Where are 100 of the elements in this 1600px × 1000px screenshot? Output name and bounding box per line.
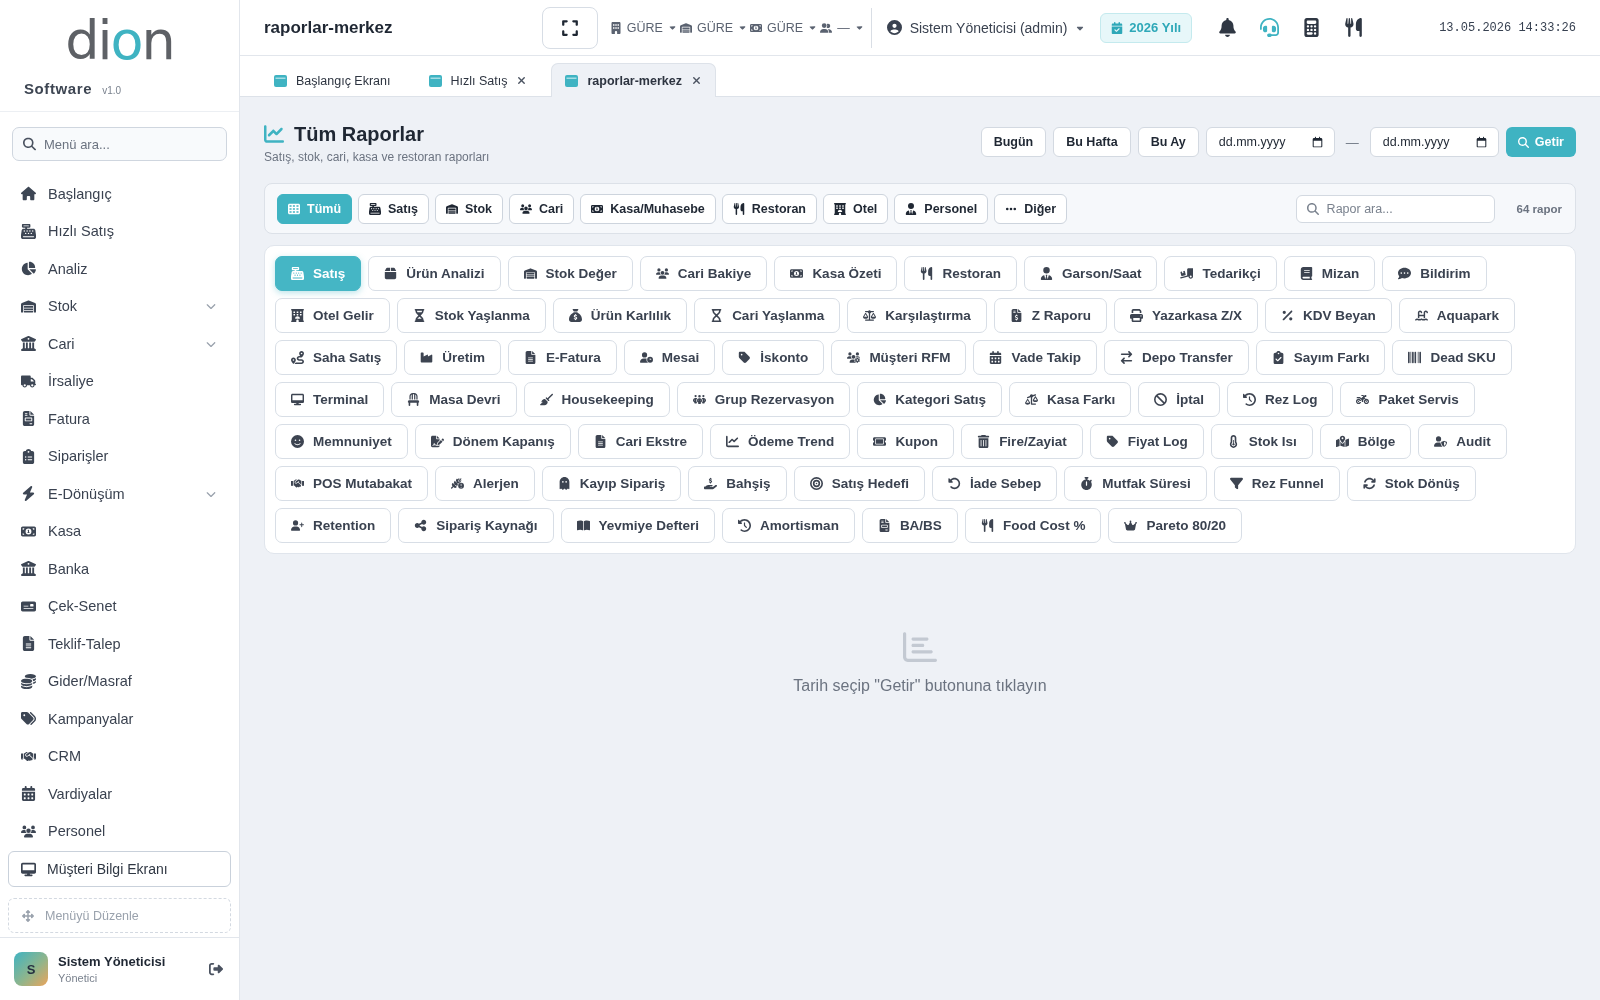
- menu-item[interactable]: Vardiyalar: [0, 775, 239, 813]
- report-button[interactable]: Kasa Özeti: [774, 256, 898, 291]
- dropdown[interactable]: —: [820, 20, 867, 35]
- report-button[interactable]: Sayım Farkı: [1255, 340, 1386, 375]
- category-chip[interactable]: Personel: [894, 193, 989, 224]
- menu-item[interactable]: E-Dönüşüm: [0, 475, 239, 513]
- report-button[interactable]: Amortisman: [722, 508, 855, 543]
- report-button[interactable]: Sipariş Kaynağı: [398, 508, 554, 543]
- user-menu[interactable]: Sistem Yöneticisi (admin): [886, 19, 1086, 36]
- date-field[interactable]: dd.mm.yyyy: [1369, 127, 1499, 157]
- quick-range-button[interactable]: Bu Ay: [1137, 127, 1199, 157]
- report-button[interactable]: Pareto 80/20: [1108, 508, 1242, 543]
- menu-item[interactable]: CRM: [0, 737, 239, 775]
- report-button[interactable]: Mutfak Süresi: [1064, 466, 1207, 501]
- quick-range-button[interactable]: Bugün: [980, 127, 1047, 157]
- menu-item[interactable]: Personel: [0, 812, 239, 849]
- report-button[interactable]: Ürün Karlılık: [552, 298, 688, 333]
- report-button[interactable]: Üretim: [404, 340, 502, 375]
- report-button[interactable]: İptal: [1138, 382, 1220, 417]
- report-button[interactable]: BA/BS: [861, 508, 958, 543]
- report-button[interactable]: Yevmiye Defteri: [560, 508, 716, 543]
- tab[interactable]: Hızlı Satış: [414, 63, 542, 97]
- report-button[interactable]: Restoran: [904, 256, 1017, 291]
- report-button[interactable]: Stok Yaşlanma: [396, 298, 546, 333]
- category-chip[interactable]: Kasa/Muhasebe: [580, 193, 716, 224]
- report-button[interactable]: Alerjen: [435, 466, 535, 501]
- logout-button[interactable]: [209, 962, 223, 976]
- report-button[interactable]: Kupon: [857, 424, 955, 459]
- menu-item[interactable]: Teklif-Talep: [0, 625, 239, 663]
- quick-range-button[interactable]: Bu Hafta: [1053, 127, 1131, 157]
- category-chip[interactable]: Otel: [823, 193, 889, 224]
- report-button[interactable]: Karşılaştırma: [847, 298, 987, 333]
- category-chip[interactable]: Restoran: [721, 193, 817, 224]
- report-button[interactable]: Aquapark: [1398, 298, 1516, 333]
- report-button[interactable]: Z Raporu: [993, 298, 1107, 333]
- customer-display-button[interactable]: Müşteri Bilgi Ekranı: [8, 851, 231, 887]
- menu-item[interactable]: Banka: [0, 550, 239, 588]
- report-button[interactable]: Dönem Kapanış: [414, 424, 571, 459]
- dropdown[interactable]: GÜRE: [679, 20, 751, 35]
- menu-item[interactable]: Gider/Masraf: [0, 662, 239, 700]
- category-chip[interactable]: Diğer: [994, 193, 1068, 224]
- report-button[interactable]: Paket Servis: [1340, 382, 1475, 417]
- menu-item[interactable]: Siparişler: [0, 437, 239, 475]
- report-button[interactable]: Cari Yaşlanma: [694, 298, 841, 333]
- report-button[interactable]: Retention: [275, 508, 392, 543]
- report-button[interactable]: İade Sebep: [931, 466, 1058, 501]
- report-button[interactable]: Rez Funnel: [1213, 466, 1340, 501]
- report-button[interactable]: Saha Satış: [275, 340, 398, 375]
- close-icon[interactable]: [690, 75, 702, 86]
- menu-item[interactable]: Stok: [0, 287, 239, 325]
- report-button[interactable]: Rez Log: [1227, 382, 1334, 417]
- report-button[interactable]: Satış Hedefi: [793, 466, 925, 501]
- report-button[interactable]: İskonto: [722, 340, 825, 375]
- menu-item[interactable]: İrsaliye: [0, 362, 239, 400]
- dropdown[interactable]: GÜRE: [750, 20, 821, 35]
- category-chip[interactable]: Cari: [509, 193, 575, 224]
- report-button[interactable]: Terminal: [275, 382, 385, 417]
- tab[interactable]: raporlar-merkez: [551, 63, 716, 97]
- report-button[interactable]: POS Mutabakat: [275, 466, 429, 501]
- toolbar-button[interactable]: [1344, 18, 1364, 37]
- menu-item[interactable]: Hızlı Satış: [0, 212, 239, 250]
- toolbar-button[interactable]: [1218, 18, 1238, 37]
- category-chip[interactable]: Stok: [434, 193, 503, 224]
- report-button[interactable]: Kayıp Sipariş: [541, 466, 682, 501]
- report-button[interactable]: Mizan: [1283, 256, 1376, 291]
- report-button[interactable]: Fire/Zayiat: [961, 424, 1083, 459]
- report-button[interactable]: Housekeeping: [523, 382, 670, 417]
- report-button[interactable]: Bildirim: [1382, 256, 1487, 291]
- menu-item[interactable]: Analiz: [0, 250, 239, 288]
- report-button[interactable]: Audit: [1418, 424, 1507, 459]
- report-button[interactable]: Stok Isı: [1210, 424, 1313, 459]
- search-field[interactable]: Menü ara...: [12, 127, 227, 161]
- menu-item[interactable]: Cari: [0, 325, 239, 363]
- date-field[interactable]: dd.mm.yyyy: [1205, 127, 1335, 157]
- report-button[interactable]: Garson/Saat: [1023, 256, 1158, 291]
- report-button[interactable]: Food Cost %: [964, 508, 1102, 543]
- category-chip[interactable]: Satış: [358, 193, 429, 224]
- report-button[interactable]: Tedarikçi: [1164, 256, 1277, 291]
- toolbar-button[interactable]: [1302, 18, 1322, 37]
- report-button[interactable]: Kategori Satış: [857, 382, 1002, 417]
- report-button[interactable]: Ürün Analizi: [368, 256, 501, 291]
- report-button[interactable]: Stok Dönüş: [1346, 466, 1476, 501]
- report-button[interactable]: Mesai: [623, 340, 716, 375]
- fullscreen-button[interactable]: [541, 6, 598, 49]
- report-button[interactable]: Dead SKU: [1392, 340, 1512, 375]
- report-button[interactable]: Bahşiş: [688, 466, 787, 501]
- report-button[interactable]: Bölge: [1319, 424, 1412, 459]
- report-button[interactable]: Cari Bakiye: [639, 256, 768, 291]
- dropdown[interactable]: GÜRE: [609, 20, 680, 35]
- report-button[interactable]: Fiyat Log: [1089, 424, 1204, 459]
- report-button[interactable]: Otel Gelir: [275, 298, 390, 333]
- report-button[interactable]: Masa Devri: [391, 382, 517, 417]
- tab[interactable]: Başlangıç Ekranı: [260, 63, 405, 97]
- report-button[interactable]: Müşteri RFM: [831, 340, 967, 375]
- search-field[interactable]: Rapor ara...: [1295, 194, 1495, 223]
- report-button[interactable]: Stok Değer: [507, 256, 633, 291]
- report-button[interactable]: Kasa Farkı: [1008, 382, 1132, 417]
- report-button[interactable]: KDV Beyan: [1265, 298, 1392, 333]
- report-button[interactable]: Memnuniyet: [275, 424, 408, 459]
- close-icon[interactable]: [516, 75, 528, 86]
